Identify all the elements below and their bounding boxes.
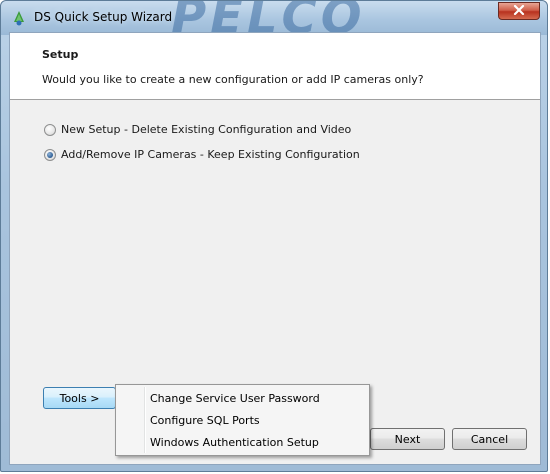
page-title: Setup xyxy=(42,48,79,61)
menu-gutter xyxy=(144,387,146,453)
menu-item-windows-authentication-setup[interactable]: Windows Authentication Setup xyxy=(150,436,319,449)
tools-dropdown-menu: Change Service User Password Configure S… xyxy=(115,384,370,456)
page-subtitle: Would you like to create a new configura… xyxy=(42,73,424,86)
cancel-button[interactable]: Cancel xyxy=(452,428,527,450)
title-bar[interactable]: PELCO DS Quick Setup Wizard xyxy=(1,1,547,35)
tools-button[interactable]: Tools > xyxy=(43,387,116,409)
option-new-setup[interactable]: New Setup - Delete Existing Configuratio… xyxy=(44,123,351,136)
close-button[interactable] xyxy=(498,2,540,20)
next-button[interactable]: Next xyxy=(370,428,445,450)
radio-add-remove-cameras[interactable] xyxy=(44,148,56,161)
menu-item-configure-sql-ports[interactable]: Configure SQL Ports xyxy=(150,414,260,427)
window-title: DS Quick Setup Wizard xyxy=(34,10,173,24)
menu-item-change-service-user-password[interactable]: Change Service User Password xyxy=(150,392,320,405)
option-label: Add/Remove IP Cameras - Keep Existing Co… xyxy=(61,148,360,161)
app-icon xyxy=(11,10,27,26)
header-panel: Setup Would you like to create a new con… xyxy=(10,33,540,100)
radio-new-setup[interactable] xyxy=(44,123,56,136)
close-icon xyxy=(513,4,525,18)
radio-selected-dot xyxy=(47,151,53,158)
option-label: New Setup - Delete Existing Configuratio… xyxy=(61,123,352,136)
pelco-watermark-logo: PELCO xyxy=(171,1,366,35)
option-add-remove-cameras[interactable]: Add/Remove IP Cameras - Keep Existing Co… xyxy=(44,148,360,161)
